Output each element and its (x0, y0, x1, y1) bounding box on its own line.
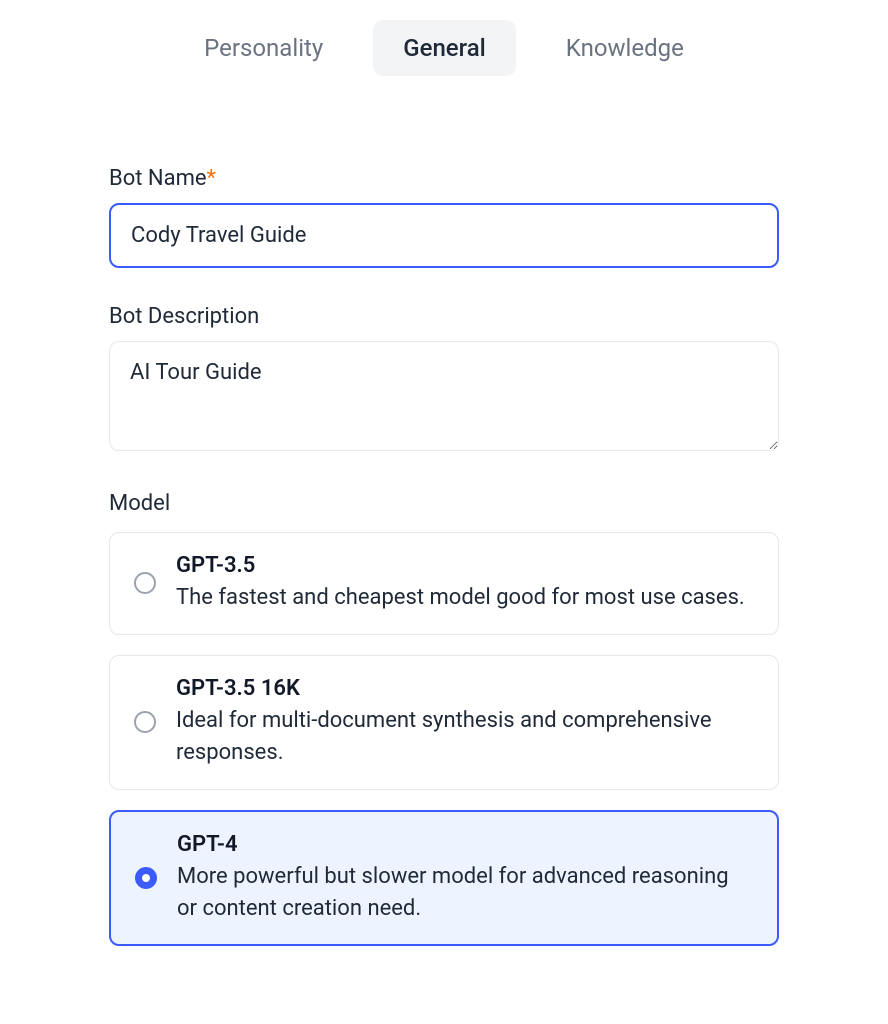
model-option-title: GPT-3.5 16K (176, 676, 754, 701)
tab-general[interactable]: General (373, 20, 516, 76)
radio-icon (134, 572, 156, 594)
bot-description-label: Bot Description (109, 304, 779, 329)
model-option-gpt-3-5-16k[interactable]: GPT-3.5 16K Ideal for multi-document syn… (109, 655, 779, 790)
model-option-description: The fastest and cheapest model good for … (176, 582, 754, 614)
required-indicator: * (207, 166, 216, 191)
model-option-title: GPT-3.5 (176, 553, 754, 578)
radio-icon (135, 867, 157, 889)
model-option-gpt-4[interactable]: GPT-4 More powerful but slower model for… (109, 810, 779, 947)
model-option-description: More powerful but slower model for advan… (177, 861, 753, 925)
bot-name-field: Bot Name* (109, 166, 779, 268)
model-option-gpt-3-5[interactable]: GPT-3.5 The fastest and cheapest model g… (109, 532, 779, 635)
radio-content: GPT-3.5 16K Ideal for multi-document syn… (176, 676, 754, 769)
tab-knowledge[interactable]: Knowledge (536, 20, 714, 76)
radio-content: GPT-3.5 The fastest and cheapest model g… (176, 553, 754, 614)
model-option-description: Ideal for multi-document synthesis and c… (176, 705, 754, 769)
tabs: Personality General Knowledge (109, 20, 779, 76)
radio-icon (134, 711, 156, 733)
radio-content: GPT-4 More powerful but slower model for… (177, 832, 753, 925)
bot-name-label: Bot Name* (109, 166, 779, 191)
bot-description-field: Bot Description (109, 304, 779, 455)
model-label: Model (109, 491, 779, 516)
model-option-title: GPT-4 (177, 832, 753, 857)
tab-personality[interactable]: Personality (174, 20, 353, 76)
bot-name-input[interactable] (109, 203, 779, 268)
model-field: Model GPT-3.5 The fastest and cheapest m… (109, 491, 779, 946)
bot-description-input[interactable] (109, 341, 779, 451)
